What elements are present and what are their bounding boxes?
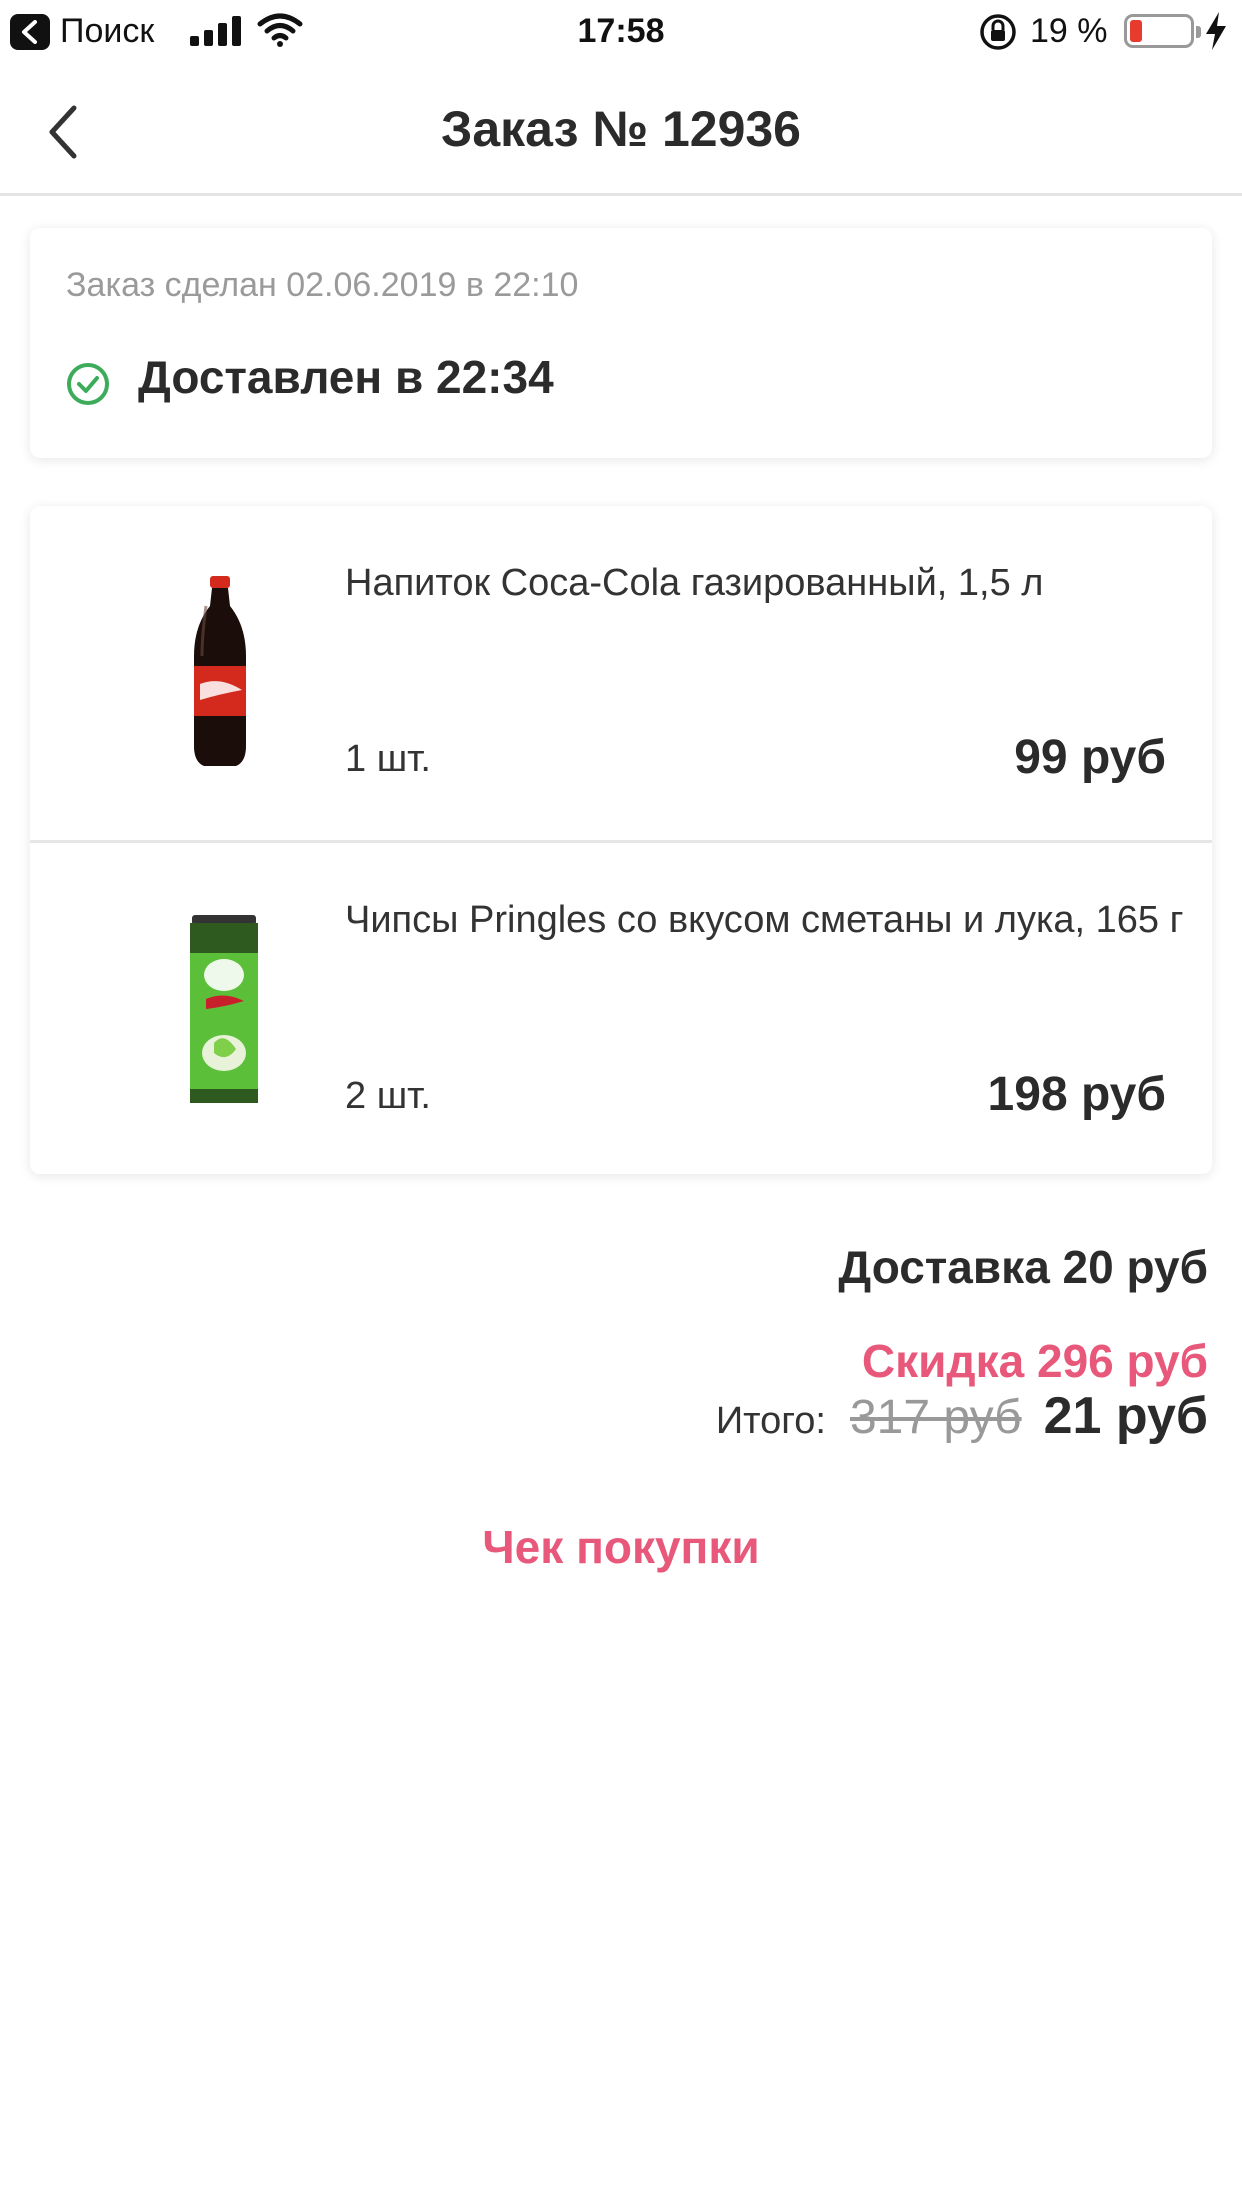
battery-percent: 19 % — [1030, 12, 1108, 50]
list-item[interactable]: Чипсы Pringles со вкусом сметаны и лука,… — [30, 840, 1212, 1174]
total-row: Итого: 317 руб 21 руб — [716, 1386, 1208, 1446]
delivery-cost: Доставка 20 руб — [838, 1241, 1208, 1293]
order-details-screen: Поиск 17:58 19 % Заказ № 12936 Заказ сде… — [0, 0, 1242, 2208]
page-title: Заказ № 12936 — [441, 101, 801, 157]
order-placed-date: Заказ сделан 02.06.2019 в 22:10 — [66, 266, 579, 304]
item-quantity: 1 шт. — [345, 738, 431, 780]
receipt-link[interactable]: Чек покупки — [0, 1520, 1242, 1574]
discount-amount: Скидка 296 руб — [861, 1335, 1208, 1387]
item-quantity: 2 шт. — [345, 1075, 431, 1117]
charging-bolt-icon — [1206, 12, 1226, 50]
battery-icon — [1124, 14, 1201, 48]
pringles-can-image — [190, 915, 258, 1103]
status-bar: Поиск 17:58 19 % — [0, 0, 1242, 62]
check-circle-icon — [67, 363, 109, 405]
navigation-bar: Заказ № 12936 — [0, 62, 1242, 196]
list-item[interactable]: Напиток Coca-Cola газированный, 1,5 л 1 … — [30, 506, 1212, 840]
coca-cola-bottle-image — [194, 576, 246, 766]
delivery-status: Доставлен в 22:34 — [138, 351, 554, 403]
orientation-lock-icon — [980, 14, 1016, 50]
item-name: Напиток Coca-Cola газированный, 1,5 л — [345, 562, 1044, 604]
total-price: 21 руб — [1043, 1387, 1208, 1445]
total-old-price: 317 руб — [849, 1391, 1022, 1444]
order-status-card: Заказ сделан 02.06.2019 в 22:10 Доставле… — [30, 228, 1212, 458]
order-items-card: Напиток Coca-Cola газированный, 1,5 л 1 … — [30, 506, 1212, 1174]
item-name: Чипсы Pringles со вкусом сметаны и лука,… — [345, 899, 1184, 941]
total-label: Итого: — [715, 1400, 826, 1442]
item-price: 198 руб — [987, 1068, 1166, 1121]
item-price: 99 руб — [1014, 731, 1166, 784]
